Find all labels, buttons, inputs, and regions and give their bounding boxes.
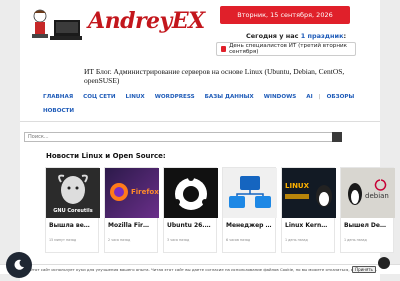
holiday-text: День специалистов ИТ (третий вторник сен… [229,43,348,55]
nav-item-reviews[interactable]: ОБЗОРЫ [322,93,360,101]
site-logo[interactable]: AndreyEX [88,8,205,34]
card-thumbnail[interactable]: LINUX [282,168,336,218]
thumb-text: Firefox [131,188,159,196]
section-title: Новости Linux и Open Source: [46,152,166,160]
card-meta: 15 минут назад [49,238,77,242]
thumb-text: GNU Coreutils [53,208,92,214]
calendar-icon [221,46,227,52]
thumb-text: LINUX [285,182,310,190]
card-meta: 3 часа назад [167,238,190,242]
package-manager-icon [229,176,271,208]
linux-kernel-icon: LINUX [285,182,332,207]
card-title[interactable]: Вышла ве… [46,218,98,229]
card-meta: 1 день назад [344,238,367,242]
card-meta: 1 день назад [285,238,308,242]
cookie-accept-button[interactable]: Принять [352,266,376,273]
ubuntu-icon [174,175,208,210]
debian-icon: debian [348,179,389,205]
scroll-to-top-button[interactable] [378,257,390,269]
holiday-item[interactable]: День специалистов ИТ (третий вторник сен… [216,42,356,56]
nav-item-ai[interactable]: AI [301,93,317,101]
nav-item-linux[interactable]: LINUX [121,93,150,101]
site-tagline: ИТ Блог. Администрирование серверов на о… [84,67,345,85]
news-card[interactable]: debian Вышел De… 1 день назад [340,167,395,253]
today-count-link[interactable]: 1 праздник [301,32,344,40]
logo-mascot-icon[interactable] [26,6,86,46]
date-badge: Вторник, 15 сентября, 2026 [220,6,350,24]
cookie-text: Этот сайт использует куки для улучшения … [30,267,378,272]
nav-divider [20,121,380,122]
moon-icon [14,259,24,270]
card-thumbnail[interactable]: debian [341,168,395,218]
card-thumbnail[interactable]: Firefox [105,168,159,218]
card-title[interactable]: Вышел De… [341,218,393,229]
card-title[interactable]: Mozilla Fir… [105,218,157,229]
card-title[interactable]: Менеджер … [223,218,275,229]
gnu-icon: GNU Coreutils [53,174,93,214]
card-meta: 2 часа назад [108,238,131,242]
dark-mode-toggle[interactable] [6,252,32,278]
card-thumbnail[interactable] [223,168,277,218]
nav-item-home[interactable]: ГЛАВНАЯ [38,93,78,101]
nav-item-social[interactable]: СОЦ СЕТИ [78,93,120,101]
news-card[interactable]: Firefox Mozilla Fir… 2 часа назад [104,167,159,253]
search-input[interactable] [24,132,334,142]
nav-item-databases[interactable]: БАЗЫ ДАННЫХ [200,93,259,101]
thumb-text: debian [365,192,389,200]
news-card[interactable]: GNU Coreutils Вышла ве… 15 минут назад [45,167,100,253]
news-card[interactable]: Менеджер … 6 часов назад [222,167,277,253]
main-nav: ГЛАВНАЯ СОЦ СЕТИ LINUX WORDPRESS БАЗЫ ДА… [38,93,368,115]
card-title[interactable]: Ubuntu 26.… [164,218,216,229]
card-thumbnail[interactable]: GNU Coreutils [46,168,100,218]
nav-item-news[interactable]: НОВОСТИ [38,107,79,115]
card-meta: 6 часов назад [226,238,251,242]
card-title[interactable]: Linux Kern… [282,218,334,229]
news-card[interactable]: LINUX Linux Kern… 1 день назад [281,167,336,253]
today-prefix: Сегодня у нас [246,32,299,40]
news-cards: GNU Coreutils Вышла ве… 15 минут назад F… [45,167,395,253]
firefox-icon: Firefox [110,183,159,201]
search-button[interactable] [332,132,342,142]
today-label: Сегодня у нас 1 праздник: [246,32,346,40]
news-card[interactable]: Ubuntu 26.… 3 часа назад [163,167,218,253]
today-suffix: : [343,32,347,40]
card-thumbnail[interactable] [164,168,218,218]
nav-item-wordpress[interactable]: WORDPRESS [150,93,200,101]
cookie-bar: Этот сайт использует куки для улучшения … [0,264,400,274]
nav-item-windows[interactable]: WINDOWS [259,93,302,101]
